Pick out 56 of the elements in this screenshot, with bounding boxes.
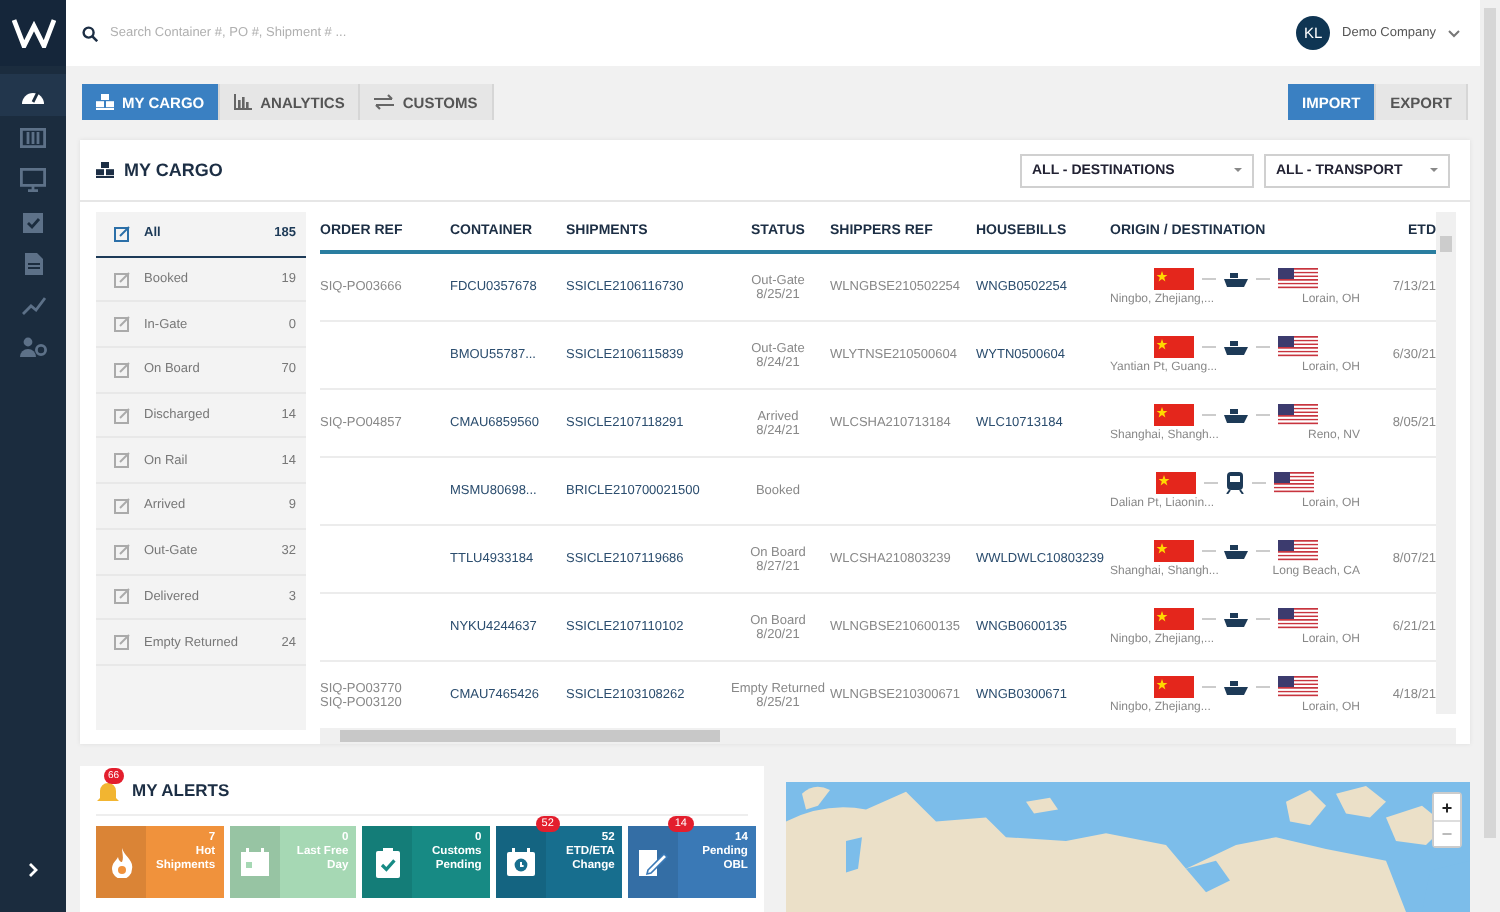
edit-icon	[114, 361, 130, 378]
usa-flag-icon	[1277, 676, 1317, 698]
china-flag-icon	[1156, 472, 1196, 494]
usa-flag-icon	[1277, 608, 1317, 630]
ship-icon	[1223, 679, 1247, 695]
edit-icon	[114, 316, 130, 333]
container-icon	[20, 127, 46, 147]
scrollbar[interactable]	[1480, 0, 1500, 912]
usa-flag-icon	[1277, 268, 1317, 290]
edit-icon	[114, 225, 130, 242]
section-title: MY ALERTS	[132, 780, 230, 800]
calendar-icon	[239, 848, 270, 876]
china-flag-icon	[1153, 608, 1193, 630]
ship-icon	[1223, 543, 1247, 559]
boxes-icon	[96, 162, 114, 178]
ship-icon	[1223, 271, 1247, 287]
edit-icon	[114, 452, 130, 469]
monitor-icon	[20, 167, 46, 191]
china-flag-icon	[1153, 540, 1193, 562]
usa-flag-icon	[1277, 404, 1317, 426]
edit-icon	[114, 588, 130, 605]
document-icon	[23, 251, 43, 275]
china-flag-icon	[1153, 404, 1193, 426]
edit-icon	[114, 271, 130, 288]
section-title: MY CARGO	[124, 160, 223, 180]
search-icon	[82, 25, 98, 41]
edit-icon	[114, 634, 130, 651]
chevron-down-icon[interactable]	[1448, 29, 1460, 37]
line-chart-icon	[21, 295, 45, 315]
ship-icon	[1223, 611, 1247, 627]
flame-icon	[109, 847, 133, 877]
scrollbar[interactable]	[320, 728, 1456, 744]
scrollbar[interactable]	[1436, 212, 1456, 714]
edit-icon	[114, 407, 130, 424]
edit-icon	[114, 497, 130, 514]
bell-icon	[96, 780, 120, 804]
ship-icon	[1223, 407, 1247, 423]
bar-chart-icon	[234, 94, 253, 110]
edit-icon	[114, 543, 130, 560]
logo-icon	[11, 18, 55, 48]
train-icon	[1226, 472, 1244, 494]
china-flag-icon	[1153, 268, 1193, 290]
china-flag-icon	[1153, 336, 1193, 358]
usa-flag-icon	[1274, 472, 1314, 494]
usa-flag-icon	[1277, 540, 1317, 562]
usa-flag-icon	[1277, 336, 1317, 358]
ship-icon	[1223, 339, 1247, 355]
users-gear-icon	[19, 336, 47, 358]
boxes-icon	[96, 94, 114, 110]
calendar-clock-icon	[505, 848, 536, 876]
clipboard-check-icon	[375, 847, 400, 877]
chevron-right-icon[interactable]	[28, 862, 38, 878]
swap-arrows-icon	[374, 94, 395, 110]
document-pen-icon	[638, 847, 669, 877]
clipboard-check-icon	[22, 209, 44, 233]
china-flag-icon	[1153, 676, 1193, 698]
